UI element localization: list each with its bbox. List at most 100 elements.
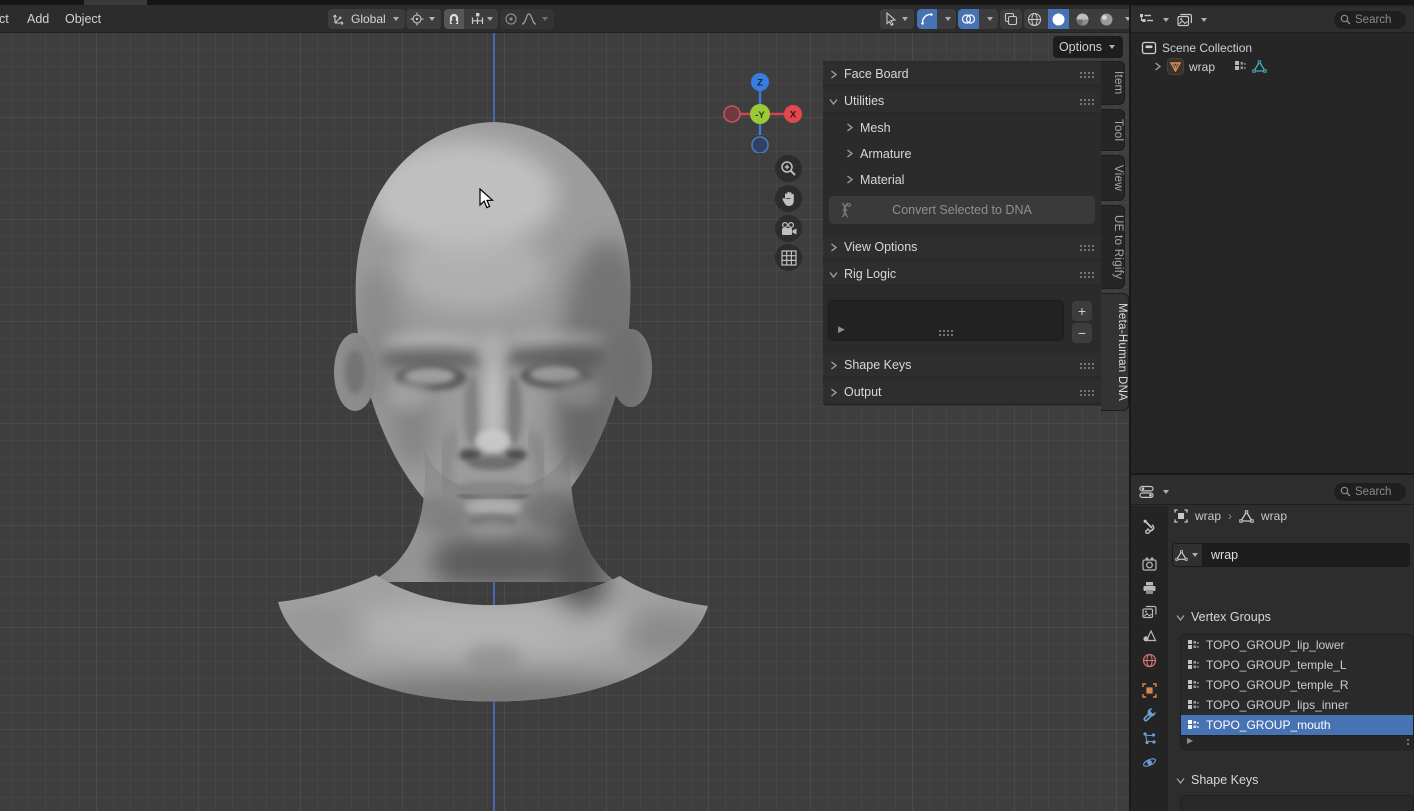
chevron-right-icon[interactable] (1153, 62, 1162, 71)
outliner-row-scene-collection[interactable]: Scene Collection (1131, 38, 1414, 57)
drag-grip-icon[interactable] (1079, 389, 1095, 396)
tab-render-properties[interactable] (1131, 552, 1168, 576)
vertex-groups-data-icon[interactable] (1234, 60, 1247, 73)
rig-logic-remove-button[interactable]: − (1072, 323, 1092, 343)
tab-output-properties[interactable] (1131, 576, 1168, 600)
subpanel-material[interactable]: Material (823, 168, 1101, 191)
chevron-down-icon (987, 17, 993, 21)
shape-keys-panel-header[interactable]: Shape Keys (1168, 769, 1414, 791)
panel-face-board[interactable]: Face Board (823, 63, 1101, 86)
object-type-visibility-dropdown[interactable] (880, 9, 914, 29)
properties-editor-icon[interactable] (1139, 485, 1155, 499)
zoom-view-button[interactable] (775, 155, 802, 182)
list-expand-icon[interactable]: ▶ (1187, 736, 1193, 745)
chevron-down-icon[interactable] (1163, 490, 1169, 494)
menu-select-partial[interactable]: ct (0, 5, 16, 33)
subpanel-mesh[interactable]: Mesh (823, 116, 1101, 139)
panel-output[interactable]: Output (823, 381, 1101, 404)
overlays-dropdown[interactable] (982, 9, 998, 29)
camera-view-button[interactable] (775, 215, 802, 242)
shading-material-button[interactable] (1072, 9, 1093, 29)
vertex-group-row[interactable]: TOPO_GROUP_lips_inner (1181, 695, 1413, 715)
panel-utilities[interactable]: Utilities (823, 90, 1101, 113)
resize-grip-icon[interactable] (1406, 738, 1410, 747)
shape-keys-list[interactable] (1180, 795, 1414, 811)
outliner-search-input[interactable]: Search (1334, 11, 1406, 29)
drag-grip-icon[interactable] (1079, 362, 1095, 369)
tab-particle-properties[interactable] (1131, 726, 1168, 750)
gizmo-axis-neg-x[interactable] (724, 106, 740, 122)
transform-orientation-dropdown[interactable]: Global (328, 9, 405, 29)
subpanel-armature[interactable]: Armature (823, 142, 1101, 165)
tab-physics-properties[interactable] (1131, 750, 1168, 774)
tab-tool-properties[interactable] (1131, 514, 1168, 538)
outliner-row-wrap-object[interactable]: wrap (1131, 57, 1414, 76)
tab-tool[interactable]: Tool (1101, 109, 1125, 151)
vertex-group-name: TOPO_GROUP_temple_L (1206, 658, 1347, 672)
tab-modifier-properties[interactable] (1131, 702, 1168, 726)
drag-grip-icon[interactable] (938, 329, 954, 336)
vertex-groups-panel-header[interactable]: Vertex Groups (1168, 606, 1414, 628)
drag-grip-icon[interactable] (1079, 71, 1095, 78)
properties-main: wrap › wrap wrap Vertex Groups (1168, 506, 1414, 811)
convert-selected-to-dna-button[interactable]: Convert Selected to DNA (829, 196, 1095, 224)
perspective-grid-button[interactable] (775, 244, 802, 271)
mesh-data-breadcrumb-icon[interactable] (1239, 510, 1254, 523)
chevron-down-icon[interactable] (1201, 18, 1207, 22)
rig-logic-list[interactable]: ▶ (828, 300, 1064, 341)
breadcrumb-object-name[interactable]: wrap (1195, 509, 1221, 523)
chevron-down-icon[interactable] (1163, 18, 1169, 22)
tab-meta-human-dna[interactable]: Meta-Human DNA (1101, 293, 1129, 411)
vertex-groups-list-footer: ▶ (1181, 735, 1413, 748)
snap-toggle-button[interactable] (444, 9, 464, 29)
pivot-point-dropdown[interactable] (406, 9, 441, 29)
menu-add[interactable]: Add (20, 5, 56, 33)
drag-grip-icon[interactable] (1079, 244, 1095, 251)
tab-world-properties[interactable] (1131, 648, 1168, 672)
show-gizmo-toggle[interactable] (917, 9, 937, 29)
tab-view[interactable]: View (1101, 155, 1125, 201)
tab-item[interactable]: Item (1101, 61, 1125, 105)
vertex-group-row[interactable]: TOPO_GROUP_temple_L (1181, 655, 1413, 675)
shading-wireframe-button[interactable] (1024, 9, 1045, 29)
xray-toggle[interactable] (1000, 9, 1022, 29)
gizmo-axis-neg-z[interactable] (752, 137, 768, 153)
gizmo-dropdown[interactable] (940, 9, 956, 29)
tab-constraints-properties-partial[interactable] (1131, 802, 1168, 811)
tab-object-properties[interactable] (1131, 678, 1168, 702)
panel-rig-logic[interactable]: Rig Logic (823, 263, 1101, 286)
mesh-data-icon[interactable] (1252, 60, 1267, 73)
panel-view-options[interactable]: View Options (823, 236, 1101, 259)
mesh-name-input[interactable]: wrap (1202, 543, 1410, 567)
vertex-group-row-selected[interactable]: TOPO_GROUP_mouth (1181, 715, 1413, 735)
show-overlays-toggle[interactable] (958, 9, 979, 29)
vertex-group-row[interactable]: TOPO_GROUP_temple_R (1181, 675, 1413, 695)
panel-label: View Options (844, 240, 1073, 254)
vertex-group-row[interactable]: TOPO_GROUP_lip_lower (1181, 635, 1413, 655)
display-mode-icon[interactable] (1177, 13, 1193, 27)
properties-editor: Search wrap (1131, 473, 1414, 811)
drag-grip-icon[interactable] (1079, 271, 1095, 278)
tab-scene-properties[interactable] (1131, 624, 1168, 648)
tab-view-layer-properties[interactable] (1131, 600, 1168, 624)
options-dropdown-button[interactable]: Options (1053, 36, 1123, 58)
shading-rendered-button[interactable] (1096, 9, 1117, 29)
hand-icon (781, 190, 797, 207)
shading-solid-button[interactable] (1048, 9, 1069, 29)
menu-object[interactable]: Object (58, 5, 108, 33)
tab-ue-to-rigify[interactable]: UE to Rigify (1101, 205, 1125, 289)
list-expand-icon[interactable]: ▶ (838, 324, 845, 335)
shading-dropdown[interactable] (1120, 9, 1129, 29)
mesh-data-selector[interactable] (1172, 543, 1202, 567)
snap-target-button[interactable] (467, 9, 498, 29)
panel-shape-keys[interactable]: Shape Keys (823, 354, 1101, 377)
outliner-editor-icon[interactable] (1139, 13, 1155, 27)
object-breadcrumb-icon[interactable] (1174, 509, 1188, 523)
properties-search-input[interactable]: Search (1334, 483, 1406, 501)
move-view-button[interactable] (775, 185, 802, 212)
view-axis-gizmo[interactable]: Z X -Y (723, 73, 803, 153)
drag-grip-icon[interactable] (1079, 98, 1095, 105)
rig-logic-add-button[interactable]: + (1072, 301, 1092, 321)
proportional-edit-group[interactable] (500, 9, 554, 29)
breadcrumb-data-name[interactable]: wrap (1261, 509, 1287, 523)
